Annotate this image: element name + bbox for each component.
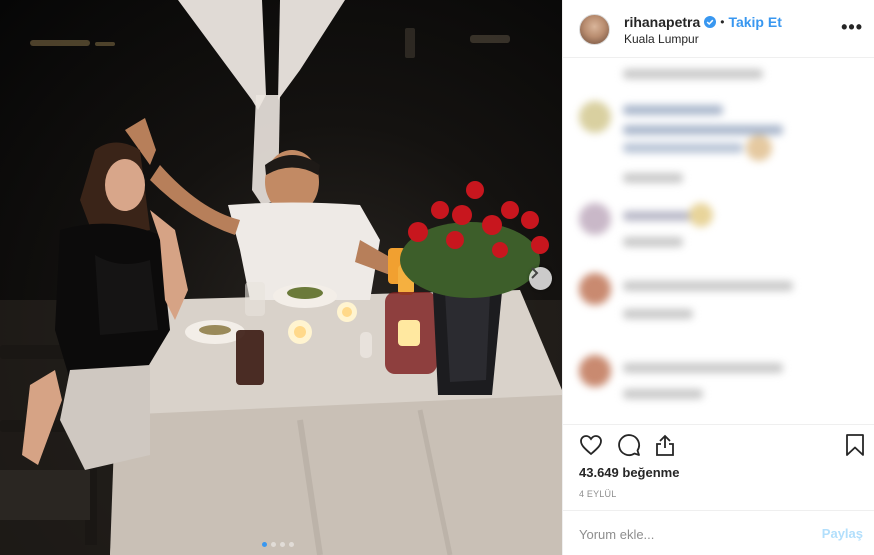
heart-icon[interactable] (579, 433, 603, 457)
separator-dot: • (720, 15, 725, 29)
post-comment-button[interactable]: Paylaş (822, 526, 863, 541)
post-date[interactable]: 4 EYLÜL (579, 489, 616, 499)
carousel-dot (262, 542, 267, 547)
photo-scene (0, 0, 562, 555)
location-link[interactable]: Kuala Lumpur (624, 32, 699, 46)
comment-item (563, 199, 874, 259)
speech-bubble-icon[interactable] (617, 433, 641, 457)
carousel-indicator (262, 542, 294, 547)
carousel-dot (271, 542, 276, 547)
follow-button[interactable]: Takip Et (728, 14, 781, 30)
chevron-right-icon (531, 267, 539, 279)
like-count-label: beğenme (622, 465, 680, 480)
comment-input[interactable] (579, 524, 809, 544)
comment-bar: Paylaş (563, 510, 874, 555)
comment-item (563, 97, 874, 192)
carousel-dot (289, 542, 294, 547)
background-lights (30, 28, 510, 58)
username-link[interactable]: rihanapetra (624, 14, 700, 30)
comment-item (563, 351, 874, 411)
comments-list[interactable] (563, 59, 874, 424)
post-side-panel: rihanapetra • Takip Et Kuala Lumpur ••• (562, 0, 874, 555)
post-header: rihanapetra • Takip Et Kuala Lumpur ••• (563, 0, 874, 58)
comment-item (563, 269, 874, 329)
verified-badge-icon (704, 16, 717, 28)
curtain (178, 0, 345, 205)
post-photo[interactable] (0, 0, 562, 555)
next-slide-button[interactable] (529, 267, 552, 290)
more-options-button[interactable]: ••• (841, 18, 863, 36)
post-actions (563, 424, 874, 464)
share-icon[interactable] (653, 433, 677, 457)
carousel-dot (280, 542, 285, 547)
username-row: rihanapetra • Takip Et (624, 14, 782, 30)
bookmark-icon[interactable] (843, 433, 867, 457)
like-count-number: 43.649 (579, 465, 619, 480)
avatar[interactable] (579, 14, 610, 45)
like-count[interactable]: 43.649 beğenme (579, 465, 679, 480)
comment-item (563, 59, 874, 89)
